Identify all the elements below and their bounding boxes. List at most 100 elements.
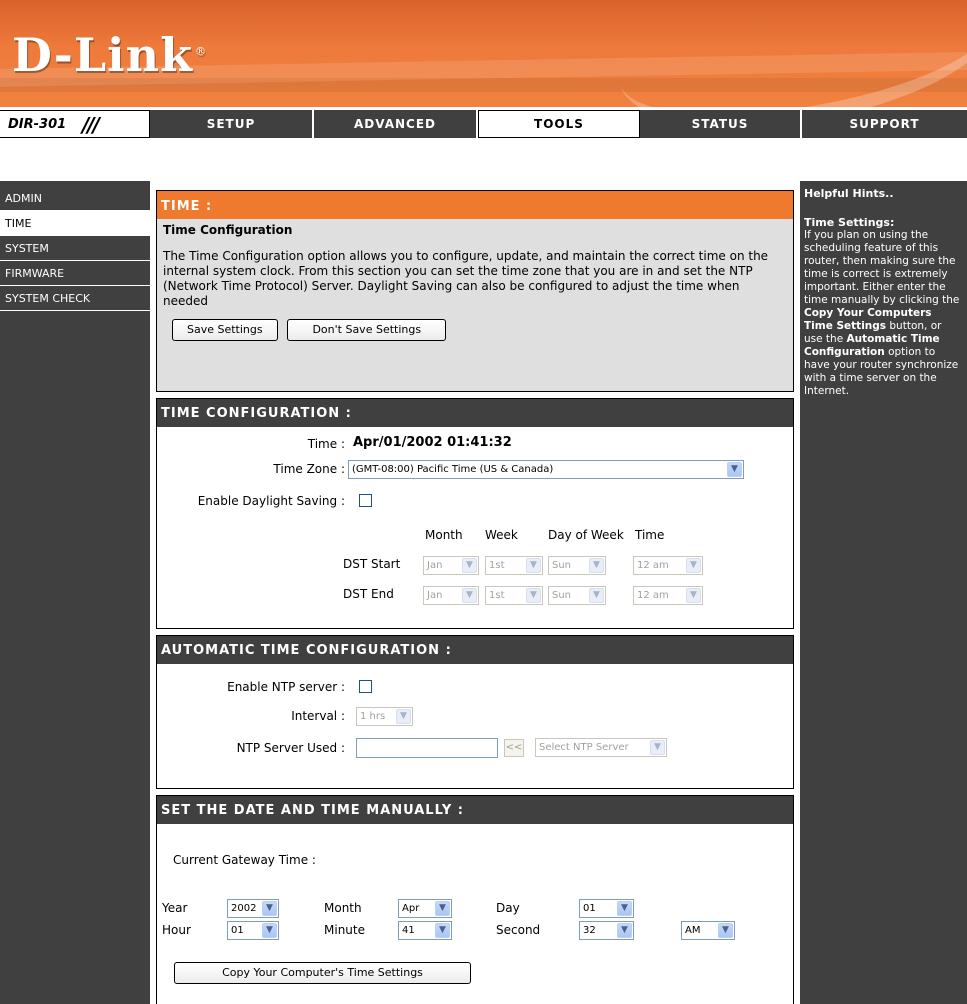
- hints-text-part: If you plan on using the scheduling feat…: [804, 229, 960, 306]
- dst-end-day-value: Sun: [552, 590, 572, 601]
- time-zone-value: (GMT-08:00) Pacific Time (US & Canada): [352, 464, 554, 475]
- chevron-down-icon: ▼: [262, 901, 277, 916]
- ntp-server-label: NTP Server Used :: [236, 741, 345, 755]
- minute-select[interactable]: 41 ▼: [398, 921, 452, 940]
- month-value: Apr: [402, 903, 420, 914]
- sidebar-item-firmware[interactable]: FIRMWARE: [0, 261, 150, 286]
- helpful-hints-panel: Helpful Hints.. Time Settings: If you pl…: [800, 181, 967, 1004]
- registered-mark: ®: [194, 44, 207, 58]
- dst-start-time-value: 12 am: [637, 560, 669, 571]
- day-select[interactable]: 01 ▼: [579, 899, 634, 918]
- dst-start-week-select[interactable]: 1st ▼: [485, 556, 543, 575]
- current-time-value: Apr/01/2002 01:41:32: [353, 435, 512, 450]
- dst-col-time: Time: [635, 528, 665, 542]
- dst-start-month-select[interactable]: Jan ▼: [423, 556, 479, 575]
- hour-select[interactable]: 01 ▼: [227, 921, 279, 940]
- auto-time-section: AUTOMATIC TIME CONFIGURATION : Enable NT…: [156, 635, 794, 789]
- intro-description: The Time Configuration option allows you…: [163, 249, 769, 308]
- chevron-down-icon: ▼: [617, 901, 632, 916]
- sidebar-item-system-check[interactable]: SYSTEM CHECK: [0, 286, 150, 311]
- time-label: Time :: [307, 437, 345, 451]
- second-value: 32: [583, 925, 596, 936]
- time-zone-label: Time Zone :: [273, 462, 345, 476]
- second-label: Second: [496, 923, 541, 937]
- minute-label: Minute: [324, 923, 365, 937]
- dlink-logo: D-Link ®: [12, 28, 207, 82]
- chevron-down-icon: ▼: [650, 740, 665, 755]
- header-banner: D-Link ®: [0, 0, 967, 107]
- daylight-saving-checkbox[interactable]: [359, 494, 372, 507]
- enable-ntp-checkbox[interactable]: [359, 680, 372, 693]
- tab-support[interactable]: SUPPORT: [802, 110, 967, 138]
- chevron-down-icon: ▼: [589, 558, 604, 573]
- dst-end-time-select[interactable]: 12 am ▼: [633, 586, 703, 605]
- select-ntp-server-dropdown[interactable]: Select NTP Server ▼: [535, 738, 667, 757]
- daylight-saving-label: Enable Daylight Saving :: [197, 494, 345, 508]
- tab-advanced[interactable]: ADVANCED: [314, 110, 478, 138]
- chevron-down-icon: ▼: [526, 558, 541, 573]
- dst-start-time-select[interactable]: 12 am ▼: [633, 556, 703, 575]
- dont-save-settings-button[interactable]: Don't Save Settings: [287, 319, 447, 341]
- copy-computer-time-button[interactable]: Copy Your Computer's Time Settings: [174, 962, 471, 984]
- tab-status[interactable]: STATUS: [640, 110, 802, 138]
- header-swoosh: [607, 0, 967, 107]
- page-title: TIME :: [157, 191, 793, 219]
- chevron-down-icon: ▼: [686, 588, 701, 603]
- dst-start-week-value: 1st: [489, 560, 505, 571]
- dst-end-day-select[interactable]: Sun ▼: [548, 586, 606, 605]
- time-zone-select[interactable]: (GMT-08:00) Pacific Time (US & Canada) ▼: [348, 460, 744, 479]
- dst-start-month-value: Jan: [427, 560, 443, 571]
- month-label: Month: [324, 901, 362, 915]
- year-select[interactable]: 2002 ▼: [227, 899, 279, 918]
- ampm-value: AM: [685, 925, 701, 936]
- intro-panel: TIME : Time Configuration The Time Confi…: [156, 190, 794, 392]
- dst-end-month-value: Jan: [427, 590, 443, 601]
- tab-setup[interactable]: SETUP: [150, 110, 314, 138]
- tab-tools[interactable]: TOOLS: [478, 110, 640, 138]
- intro-subheading: Time Configuration: [163, 223, 293, 237]
- enable-ntp-label: Enable NTP server :: [227, 680, 345, 694]
- interval-select[interactable]: 1 hrs ▼: [356, 707, 413, 726]
- sidebar-item-system[interactable]: SYSTEM: [0, 236, 150, 261]
- dst-end-week-value: 1st: [489, 590, 505, 601]
- auto-time-heading: AUTOMATIC TIME CONFIGURATION :: [157, 636, 793, 664]
- month-select[interactable]: Apr ▼: [398, 899, 452, 918]
- minute-value: 41: [402, 925, 415, 936]
- dst-end-month-select[interactable]: Jan ▼: [423, 586, 479, 605]
- dst-end-label: DST End: [343, 587, 394, 601]
- time-config-section: TIME CONFIGURATION : Time : Apr/01/2002 …: [156, 398, 794, 629]
- dst-start-day-select[interactable]: Sun ▼: [548, 556, 606, 575]
- save-settings-button[interactable]: Save Settings: [172, 319, 278, 341]
- chevron-down-icon: ▼: [727, 462, 742, 477]
- interval-label: Interval :: [291, 709, 345, 723]
- dst-end-time-value: 12 am: [637, 590, 669, 601]
- hints-title: Helpful Hints..: [804, 187, 894, 200]
- hour-value: 01: [231, 925, 244, 936]
- ampm-select[interactable]: AM ▼: [681, 921, 735, 940]
- manual-time-section: SET THE DATE AND TIME MANUALLY : Current…: [156, 795, 794, 1004]
- gateway-time-label: Current Gateway Time :: [173, 853, 316, 867]
- dst-start-day-value: Sun: [552, 560, 572, 571]
- ntp-server-input[interactable]: [356, 738, 498, 758]
- interval-value: 1 hrs: [360, 711, 386, 722]
- copy-ntp-server-button[interactable]: <<: [504, 739, 524, 757]
- model-badge: DIR-301 ///: [0, 110, 150, 138]
- hints-subtitle: Time Settings:: [804, 216, 895, 229]
- manual-time-heading: SET THE DATE AND TIME MANUALLY :: [157, 796, 793, 824]
- chevron-down-icon: ▼: [686, 558, 701, 573]
- sidebar-item-time[interactable]: TIME: [0, 211, 150, 236]
- dst-end-week-select[interactable]: 1st ▼: [485, 586, 543, 605]
- dst-start-label: DST Start: [343, 557, 401, 571]
- sidebar-item-admin[interactable]: ADMIN: [0, 186, 150, 211]
- model-slashes: ///: [82, 113, 100, 137]
- left-sidebar: ADMIN TIME SYSTEM FIRMWARE SYSTEM CHECK: [0, 181, 150, 1004]
- year-label: Year: [162, 901, 188, 915]
- logo-text: D-Link: [12, 28, 193, 82]
- second-select[interactable]: 32 ▼: [579, 921, 634, 940]
- chevron-down-icon: ▼: [462, 558, 477, 573]
- select-ntp-server-value: Select NTP Server: [539, 742, 629, 753]
- dst-col-month: Month: [425, 528, 463, 542]
- model-name: DIR-301: [8, 117, 67, 132]
- chevron-down-icon: ▼: [435, 901, 450, 916]
- hints-text: If you plan on using the scheduling feat…: [804, 229, 963, 398]
